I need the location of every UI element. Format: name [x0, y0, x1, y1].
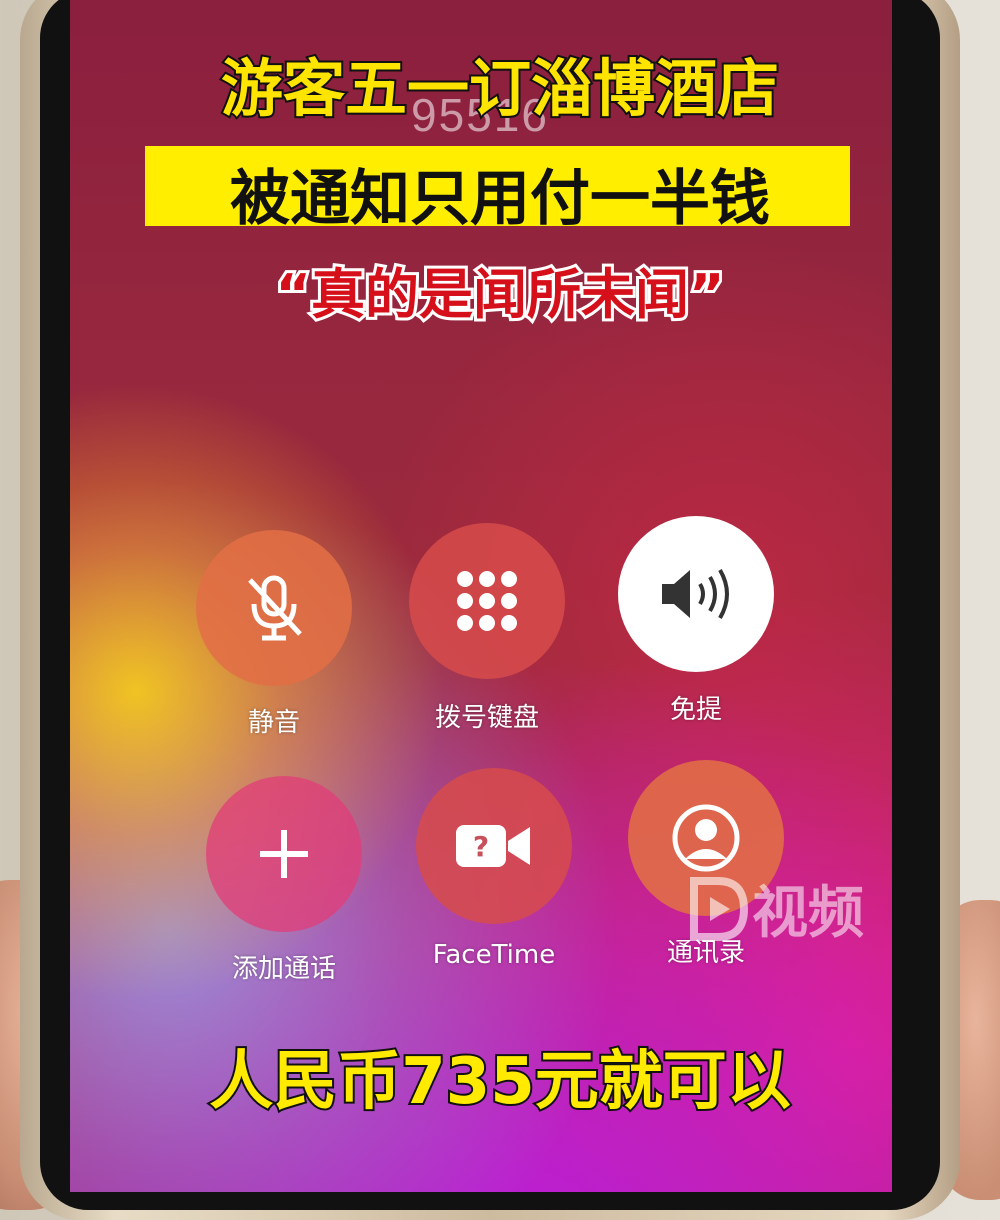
keypad-icon: [457, 571, 517, 631]
add-call-label: 添加通话: [231, 954, 336, 984]
facetime-icon: ?: [456, 825, 530, 867]
speaker-label: 免提: [669, 695, 722, 725]
keypad-button[interactable]: [409, 523, 565, 679]
keypad-label: 拨号键盘: [434, 703, 539, 733]
plus-icon: [260, 830, 308, 878]
add-call-button[interactable]: [206, 776, 362, 932]
speaker-icon: [662, 568, 729, 620]
watermark-text: 视频: [752, 881, 864, 946]
video-watermark: 视频: [688, 868, 864, 949]
play-logo-icon: [690, 876, 748, 941]
bottom-caption: 人民币735元就可以: [207, 1043, 793, 1121]
contacts-icon: [672, 804, 740, 872]
mute-button[interactable]: [196, 530, 352, 686]
svg-text:?: ?: [473, 830, 489, 863]
headline-line-2: 被通知只用付一半钱: [230, 164, 770, 234]
mic-off-icon: [248, 575, 302, 641]
facetime-button[interactable]: ?: [416, 768, 572, 924]
speaker-button[interactable]: [618, 516, 774, 672]
facetime-label: FaceTime: [432, 940, 556, 970]
headline-quote: “真的是闻所未闻”: [273, 260, 728, 329]
headline-line-1: 游客五一订淄博酒店: [219, 50, 781, 127]
mute-label: 静音: [247, 708, 300, 738]
